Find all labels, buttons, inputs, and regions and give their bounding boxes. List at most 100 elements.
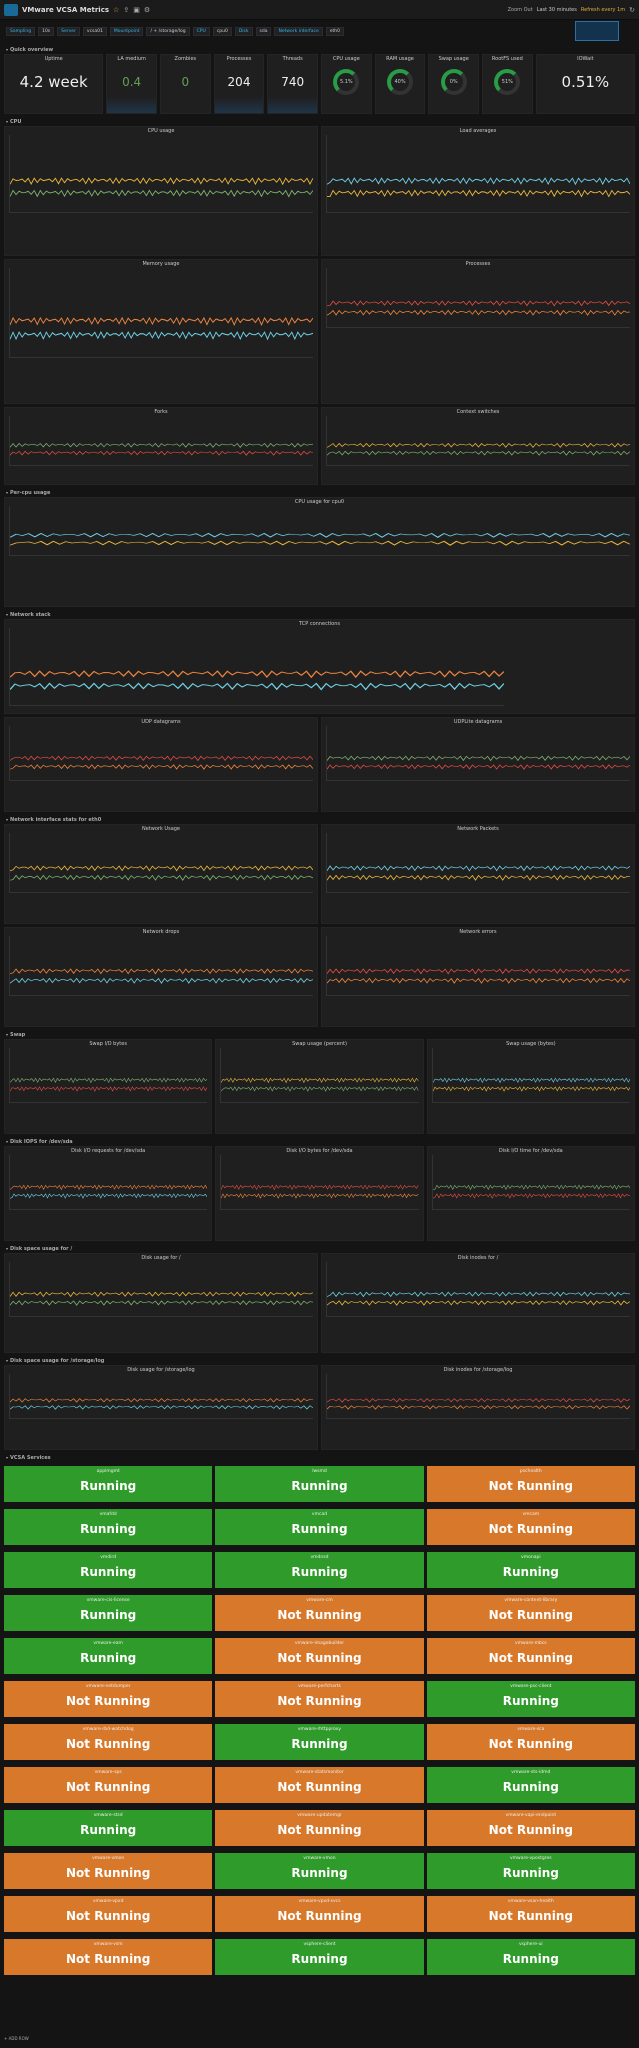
service-status: Not Running xyxy=(66,1694,151,1708)
series-line xyxy=(432,1193,631,1199)
service-status: Running xyxy=(291,1866,348,1880)
service-name: vmware-sca xyxy=(517,1727,545,1732)
zoom-out-button[interactable]: Zoom Out xyxy=(508,7,533,13)
service-status: Not Running xyxy=(66,1909,151,1923)
service-status: Running xyxy=(291,1565,348,1579)
network-drops-panel: Network drops xyxy=(4,927,318,1027)
row-diskspacelog[interactable]: ▾ Disk space usage for /storage/log xyxy=(0,1356,639,1365)
service-tile: vmware-vmon Not Running xyxy=(4,1853,213,1889)
var-select-0[interactable]: 10s xyxy=(38,26,55,36)
time-annotation-box xyxy=(575,21,619,41)
service-tile: vmafdd Running xyxy=(4,1509,213,1545)
service-status: Not Running xyxy=(488,1737,573,1751)
gear-icon[interactable]: ⚙ xyxy=(144,6,150,14)
swappct-chart xyxy=(220,1048,419,1103)
star-icon[interactable]: ☆ xyxy=(113,6,119,14)
service-status: Not Running xyxy=(488,1522,573,1536)
var-label-3: CPU xyxy=(192,26,210,36)
series-line xyxy=(326,442,631,448)
service-tile: vmdnsd Running xyxy=(215,1552,424,1588)
row-cpu[interactable]: ▾ CPU xyxy=(0,117,639,126)
var-select-2[interactable]: / + /storage/log xyxy=(146,26,190,36)
swap-bytes-panel: Swap usage (bytes) xyxy=(426,1039,635,1134)
service-name: vmware-vsm xyxy=(93,1942,123,1947)
service-tile: vmware-statsmonitor Not Running xyxy=(215,1767,424,1803)
diskbytes-chart xyxy=(220,1155,419,1210)
series-line xyxy=(9,1077,208,1084)
disk-usage-log-panel: Disk usage for /storage/log xyxy=(4,1365,318,1450)
series-line xyxy=(326,764,631,770)
service-name: vmware-mbcs xyxy=(514,1641,547,1646)
service-status: Not Running xyxy=(66,1737,151,1751)
service-tile: vmdird Running xyxy=(4,1552,213,1588)
series-line xyxy=(326,189,631,198)
diskroot-chart xyxy=(9,1262,314,1317)
var-select-1[interactable]: vcsa01 xyxy=(82,26,107,36)
service-name: vmware-netdumper xyxy=(85,1684,131,1689)
service-name: vmware-cis-license xyxy=(86,1598,130,1603)
row-diskio[interactable]: ▾ Disk IOPS for /dev/sda xyxy=(0,1137,639,1146)
save-icon[interactable]: ▣ xyxy=(133,6,140,14)
service-name: applmgmt xyxy=(96,1469,120,1474)
row-diskspace[interactable]: ▾ Disk space usage for / xyxy=(0,1244,639,1253)
service-name: vsphere-ui xyxy=(518,1942,543,1947)
udplite-panel: UDPLite datagrams xyxy=(321,717,635,812)
series-line xyxy=(326,755,631,762)
var-select-3[interactable]: cpu0 xyxy=(212,26,232,36)
series-line xyxy=(326,309,631,316)
refresh-icon[interactable]: ↻ xyxy=(629,6,635,14)
processes-chart xyxy=(326,268,631,328)
service-status: Running xyxy=(502,1565,559,1579)
add-row-button[interactable]: + ADD ROW xyxy=(4,2036,29,2041)
series-line xyxy=(326,1405,631,1410)
grafana-logo-icon[interactable] xyxy=(4,3,18,16)
load-averages-panel: Load averages xyxy=(321,126,635,256)
netusage-chart xyxy=(9,833,314,893)
service-name: vmware-sts-idmd xyxy=(511,1770,551,1775)
row-netif[interactable]: ▾ Network interface stats for eth0 xyxy=(0,815,639,824)
service-status: Not Running xyxy=(66,1780,151,1794)
series-line xyxy=(326,865,631,872)
processes-stat: Processes 204 xyxy=(213,54,265,114)
series-line xyxy=(221,1193,419,1199)
series-line xyxy=(9,1300,314,1306)
ram-usage-gauge: RAM usage 40% xyxy=(374,54,426,114)
series-line xyxy=(9,764,314,770)
row-swap[interactable]: ▾ Swap xyxy=(0,1030,639,1039)
service-name: vmware-vpxd-svcs xyxy=(298,1899,341,1904)
service-name: vmware-rbd-watchdog xyxy=(82,1727,134,1732)
var-select-5[interactable]: eth0 xyxy=(325,26,345,36)
inoderoot-chart xyxy=(326,1262,631,1317)
dashboard-title[interactable]: VMware VCSA Metrics xyxy=(22,6,109,14)
service-tile: vsphere-client Running xyxy=(215,1939,424,1975)
row-percpu[interactable]: ▾ Per-cpu usage xyxy=(0,488,639,497)
series-line xyxy=(326,450,631,456)
disk-usage-root-panel: Disk usage for / xyxy=(4,1253,318,1353)
swap-usage-gauge: Swap usage 0% xyxy=(428,54,480,114)
series-line xyxy=(9,1291,314,1298)
time-range-picker[interactable]: Last 30 minutes xyxy=(537,7,577,13)
series-line xyxy=(326,177,631,186)
service-status: Not Running xyxy=(488,1608,573,1622)
service-tile: vmcam Not Running xyxy=(426,1509,635,1545)
udp-panel: UDP datagrams xyxy=(4,717,318,812)
service-tile: vmware-vpxd-svcs Not Running xyxy=(215,1896,424,1932)
row-services[interactable]: ▾ VCSA Services xyxy=(0,1453,639,1462)
row-network[interactable]: ▾ Network stack xyxy=(0,610,639,619)
template-variables: Sampling 10s Server vcsa01 Mountpoint / + /st… xyxy=(0,20,639,42)
service-name: vmware-cm xyxy=(306,1598,333,1603)
top-nav: VMware VCSA Metrics ☆ ⇪ ▣ ⚙ Zoom Out Las… xyxy=(0,0,639,20)
row-quick[interactable]: ▾ Quick overview xyxy=(0,45,639,54)
service-name: lwsmd xyxy=(312,1469,327,1474)
series-line xyxy=(326,874,631,881)
var-select-4[interactable]: sda xyxy=(255,26,272,36)
service-name: pschealth xyxy=(519,1469,542,1474)
service-status: Not Running xyxy=(66,1952,151,1966)
service-name: vmware-updatemgr xyxy=(297,1813,342,1818)
share-icon[interactable]: ⇪ xyxy=(123,6,129,14)
service-status: Not Running xyxy=(277,1909,362,1923)
service-tile: vmware-psc-client Running xyxy=(426,1681,635,1717)
services-grid: applmgmt Running lwsmd Running pschealth Not … xyxy=(0,1462,639,1979)
refresh-interval[interactable]: Refresh every 1m xyxy=(581,7,625,13)
netpkts-chart xyxy=(326,833,631,893)
